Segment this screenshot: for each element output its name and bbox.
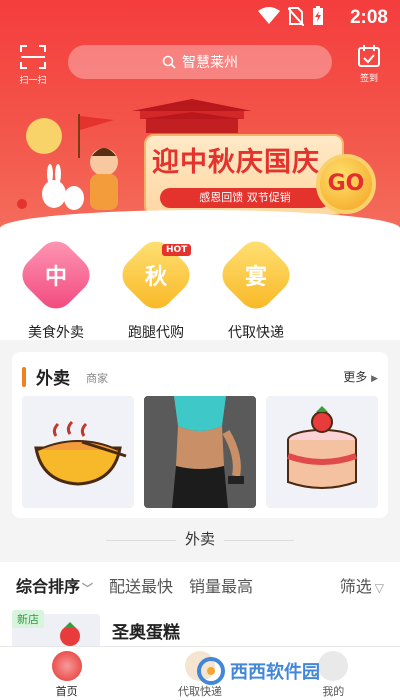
chevron-down-icon: ﹀ xyxy=(82,582,94,595)
category-errand[interactable]: 秋 HOT 跑腿代购 xyxy=(106,232,206,341)
section-title: 外卖 xyxy=(36,369,70,389)
shop-list-item[interactable]: 新店 圣奥蛋糕 xyxy=(0,608,400,648)
sort-bar: 综合排序 ﹀ 配送最快 销量最高 筛选 ▽ xyxy=(0,562,400,608)
home-rabbit-icon xyxy=(51,651,82,681)
header-banner-area: 2:08 扫一扫 智慧莱州 签到 迎中秋庆国庆 感恩回馈 双节促销 GO xyxy=(0,0,400,232)
list-divider-title: 外卖 xyxy=(184,530,215,548)
go-button[interactable]: GO xyxy=(316,154,376,214)
promo-banner[interactable]: 迎中秋庆国庆 感恩回馈 双节促销 GO xyxy=(14,112,386,216)
fitness-photo xyxy=(144,396,256,508)
more-link[interactable]: 更多 ▶ xyxy=(343,368,378,385)
filter-icon: ▽ xyxy=(374,581,384,595)
scan-label: 扫一扫 xyxy=(19,76,47,86)
status-time: 2:08 xyxy=(349,7,388,28)
checkin-button[interactable]: 签到 xyxy=(350,44,388,84)
category-grid: 中 美食外卖 秋 HOT 跑腿代购 宴 代取快递 xyxy=(0,232,400,341)
sort-comprehensive[interactable]: 综合排序 ﹀ xyxy=(16,573,93,597)
search-placeholder: 智慧莱州 xyxy=(182,55,238,71)
noodle-bowl-image xyxy=(34,420,127,486)
search-icon xyxy=(162,55,176,69)
section-subtitle: 商家 xyxy=(86,372,108,385)
search-input[interactable]: 智慧莱州 xyxy=(68,45,332,79)
banner-title: 迎中秋庆国庆 xyxy=(152,147,320,178)
parcel-pickup-icon: 宴 xyxy=(214,233,298,317)
scan-icon xyxy=(20,45,46,69)
section-accent-bar xyxy=(22,366,26,387)
tab-home[interactable]: 首页 xyxy=(0,647,133,700)
new-shop-tag: 新店 xyxy=(12,610,44,628)
category-label: 代取快递 xyxy=(228,325,284,341)
filter-button[interactable]: 筛选 ▽ xyxy=(340,573,384,597)
calendar-check-icon xyxy=(358,45,380,67)
cake-image xyxy=(287,406,357,489)
sort-top-sales[interactable]: 销量最高 xyxy=(189,573,253,597)
battery-icon xyxy=(313,6,323,25)
category-food-delivery[interactable]: 中 美食外卖 xyxy=(6,232,106,341)
sort-fastest-delivery[interactable]: 配送最快 xyxy=(109,573,173,597)
category-label: 美食外卖 xyxy=(28,325,84,341)
watermark: 西西软件园 xyxy=(196,654,380,688)
takeout-card: 外卖 商家 更多 ▶ xyxy=(12,352,388,518)
triangle-right-icon: ▶ xyxy=(371,374,378,384)
banner-subtitle: 感恩回馈 双节促销 xyxy=(160,188,330,208)
scan-button[interactable]: 扫一扫 xyxy=(14,44,52,86)
merchant-thumb-noodles[interactable] xyxy=(22,396,134,508)
shop-name: 圣奥蛋糕 xyxy=(112,623,180,643)
divider-line-right xyxy=(224,540,294,541)
watermark-logo-icon xyxy=(197,657,225,685)
merchant-thumb-fitness[interactable] xyxy=(144,396,256,508)
food-delivery-icon: 中 xyxy=(14,233,98,317)
wifi-icon xyxy=(258,7,280,24)
rabbit-lantern-illustration xyxy=(17,114,118,210)
category-label: 跑腿代购 xyxy=(128,325,184,341)
category-parcel-pickup[interactable]: 宴 代取快递 xyxy=(206,232,306,341)
hot-badge: HOT xyxy=(162,244,192,256)
status-bar: 2:08 xyxy=(0,0,400,36)
no-sim-icon xyxy=(288,7,304,26)
checkin-label: 签到 xyxy=(359,74,378,84)
merchant-thumb-cake[interactable] xyxy=(266,396,378,508)
